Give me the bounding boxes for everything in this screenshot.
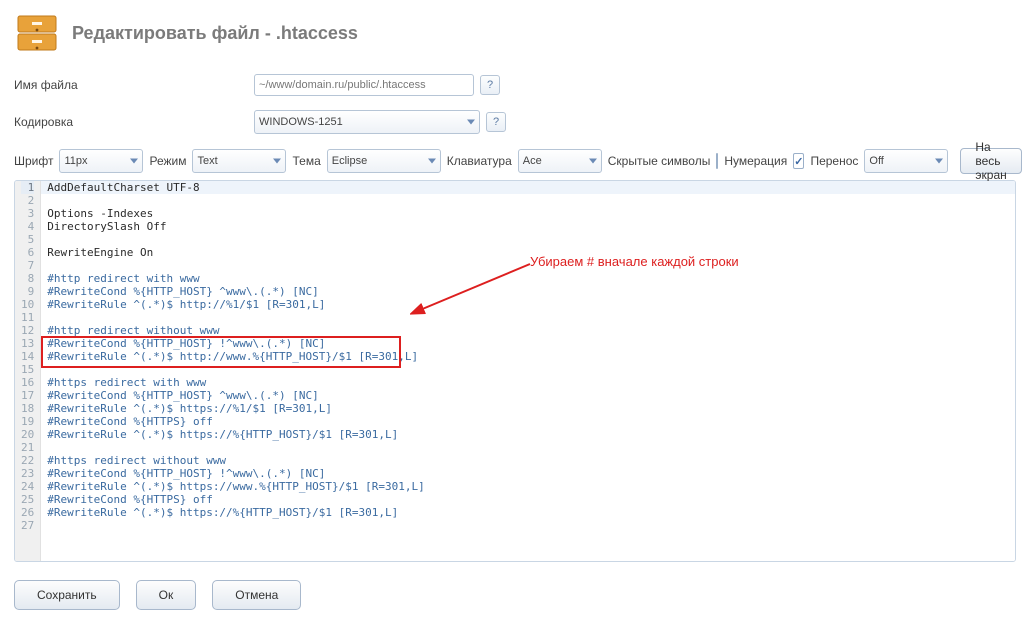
line-number: 25	[21, 493, 34, 506]
code-line[interactable]: #RewriteRule ^(.*)$ https://www.%{HTTP_H…	[41, 480, 1015, 493]
line-number: 11	[21, 311, 34, 324]
font-select[interactable]: 11px	[59, 149, 143, 173]
font-label: Шрифт	[14, 154, 53, 168]
line-number: 9	[21, 285, 34, 298]
line-number: 10	[21, 298, 34, 311]
theme-select[interactable]: Eclipse	[327, 149, 441, 173]
code-line[interactable]: #RewriteCond %{HTTP_HOST} ^www\.(.*) [NC…	[41, 389, 1015, 402]
code-line[interactable]: #RewriteRule ^(.*)$ http://%1/$1 [R=301,…	[41, 298, 1015, 311]
code-line[interactable]: DirectorySlash Off	[41, 220, 1015, 233]
fullscreen-button[interactable]: На весь экран	[960, 148, 1021, 174]
keyboard-label: Клавиатура	[447, 154, 512, 168]
line-number: 23	[21, 467, 34, 480]
hidden-symbols-checkbox[interactable]	[716, 153, 718, 169]
code-line[interactable]: #RewriteCond %{HTTP_HOST} ^www\.(.*) [NC…	[41, 285, 1015, 298]
help-filename-button[interactable]: ?	[480, 75, 500, 95]
filename-label: Имя файла	[14, 78, 254, 92]
numbering-checkbox[interactable]	[793, 153, 804, 169]
encoding-select[interactable]: WINDOWS-1251	[254, 110, 480, 134]
line-number: 4	[21, 220, 34, 233]
code-line[interactable]: RewriteEngine On	[41, 246, 1015, 259]
code-line[interactable]	[41, 233, 1015, 246]
code-line[interactable]	[41, 194, 1015, 207]
encoding-label: Кодировка	[14, 115, 254, 129]
cancel-button[interactable]: Отмена	[212, 580, 301, 610]
code-line[interactable]: #RewriteRule ^(.*)$ http://www.%{HTTP_HO…	[41, 350, 1015, 363]
line-number: 22	[21, 454, 34, 467]
code-line[interactable]: #RewriteRule ^(.*)$ https://%{HTTP_HOST}…	[41, 428, 1015, 441]
code-line[interactable]: #https redirect with www	[41, 376, 1015, 389]
line-number: 2	[21, 194, 34, 207]
chevron-down-icon	[935, 159, 943, 164]
code-line[interactable]: #RewriteCond %{HTTP_HOST} !^www\.(.*) [N…	[41, 337, 1015, 350]
wrap-label: Перенос	[810, 154, 858, 168]
code-line[interactable]: #RewriteCond %{HTTPS} off	[41, 415, 1015, 428]
line-number: 6	[21, 246, 34, 259]
code-line[interactable]: #RewriteRule ^(.*)$ https://%{HTTP_HOST}…	[41, 506, 1015, 519]
code-line[interactable]: #https redirect without www	[41, 454, 1015, 467]
wrap-value: Off	[869, 155, 883, 167]
line-number: 15	[21, 363, 34, 376]
code-line[interactable]	[41, 363, 1015, 376]
wrap-select[interactable]: Off	[864, 149, 948, 173]
theme-value: Eclipse	[332, 155, 367, 167]
ok-button[interactable]: Ок	[136, 580, 197, 610]
code-line[interactable]: Options -Indexes	[41, 207, 1015, 220]
chevron-down-icon	[467, 120, 475, 125]
encoding-value: WINDOWS-1251	[259, 116, 343, 128]
code-line[interactable]	[41, 441, 1015, 454]
code-line[interactable]: AddDefaultCharset UTF-8	[41, 181, 1015, 194]
archive-icon	[14, 10, 60, 56]
theme-label: Тема	[292, 154, 320, 168]
line-number: 19	[21, 415, 34, 428]
line-number: 13	[21, 337, 34, 350]
code-line[interactable]	[41, 311, 1015, 324]
code-line[interactable]: #http redirect with www	[41, 272, 1015, 285]
mode-select[interactable]: Text	[192, 149, 286, 173]
code-line[interactable]: #RewriteRule ^(.*)$ https://%1/$1 [R=301…	[41, 402, 1015, 415]
hidden-symbols-label: Скрытые символы	[608, 154, 711, 168]
line-number: 8	[21, 272, 34, 285]
chevron-down-icon	[428, 159, 436, 164]
line-number: 18	[21, 402, 34, 415]
mode-label: Режим	[149, 154, 186, 168]
save-button[interactable]: Сохранить	[14, 580, 120, 610]
line-number: 1	[21, 181, 34, 194]
chevron-down-icon	[130, 159, 138, 164]
filename-input[interactable]	[254, 74, 474, 96]
annotation-text: Убираем # вначале каждой строки	[530, 254, 739, 269]
font-value: 11px	[64, 155, 87, 167]
code-line[interactable]	[41, 519, 1015, 532]
line-number: 12	[21, 324, 34, 337]
line-number: 24	[21, 480, 34, 493]
numbering-label: Нумерация	[724, 154, 787, 168]
keyboard-value: Ace	[523, 155, 542, 167]
page-title: Редактировать файл - .htaccess	[72, 23, 358, 44]
line-gutter: 1234567891011121314151617181920212223242…	[15, 181, 41, 561]
line-number: 3	[21, 207, 34, 220]
line-number: 16	[21, 376, 34, 389]
code-line[interactable]	[41, 259, 1015, 272]
chevron-down-icon	[589, 159, 597, 164]
code-area[interactable]: AddDefaultCharset UTF-8 Options -IndexesD…	[41, 181, 1015, 561]
line-number: 5	[21, 233, 34, 246]
code-line[interactable]: #http redirect without www	[41, 324, 1015, 337]
code-line[interactable]: #RewriteCond %{HTTP_HOST} !^www\.(.*) [N…	[41, 467, 1015, 480]
mode-value: Text	[197, 155, 217, 167]
chevron-down-icon	[273, 159, 281, 164]
line-number: 20	[21, 428, 34, 441]
line-number: 26	[21, 506, 34, 519]
line-number: 27	[21, 519, 34, 532]
keyboard-select[interactable]: Ace	[518, 149, 602, 173]
help-encoding-button[interactable]: ?	[486, 112, 506, 132]
line-number: 7	[21, 259, 34, 272]
line-number: 21	[21, 441, 34, 454]
line-number: 17	[21, 389, 34, 402]
code-line[interactable]: #RewriteCond %{HTTPS} off	[41, 493, 1015, 506]
line-number: 14	[21, 350, 34, 363]
code-editor[interactable]: 1234567891011121314151617181920212223242…	[14, 180, 1016, 562]
